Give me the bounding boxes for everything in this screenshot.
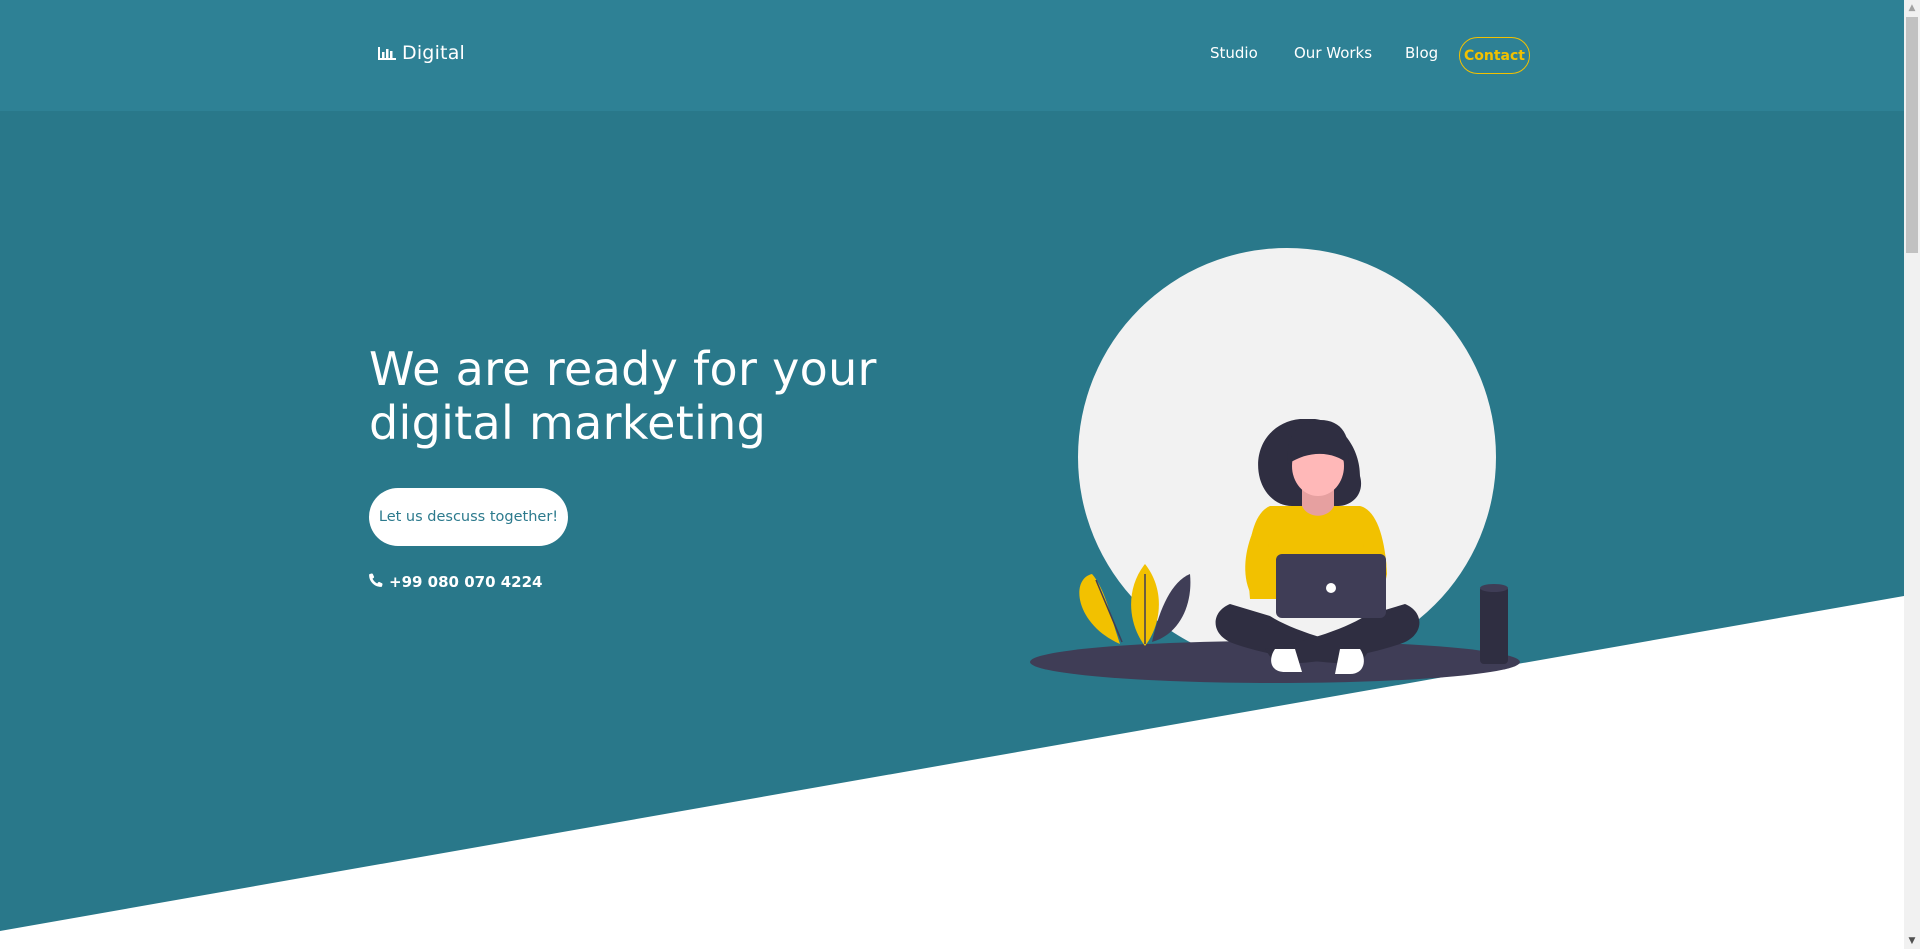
scrollbar-thumb[interactable] [1906, 17, 1918, 253]
nav-our-works[interactable]: Our Works [1294, 44, 1372, 62]
phone-contact[interactable]: +99 080 070 4224 [369, 573, 542, 591]
brand-name: Digital [402, 42, 466, 64]
page: Digital Studio Our Works Blog Contact We… [0, 0, 1904, 949]
hero-background [0, 111, 1904, 949]
nav-blog[interactable]: Blog [1405, 44, 1438, 62]
contact-button[interactable]: Contact [1459, 37, 1530, 74]
scroll-up-arrow-icon[interactable]: ▲ [1904, 0, 1920, 16]
scroll-down-arrow-icon[interactable]: ▼ [1904, 933, 1920, 949]
woman-with-laptop-illustration [1030, 248, 1520, 683]
discuss-button[interactable]: Let us descuss together! [369, 488, 568, 546]
hero-headline: We are ready for your digital marketing [369, 342, 877, 450]
bar-chart-icon [378, 45, 396, 61]
phone-number: +99 080 070 4224 [389, 573, 543, 591]
nav-studio[interactable]: Studio [1210, 44, 1258, 62]
brand-logo[interactable]: Digital [378, 42, 465, 64]
header [0, 0, 1904, 111]
phone-icon [369, 573, 383, 591]
vertical-scrollbar[interactable]: ▲ ▼ [1904, 0, 1920, 949]
